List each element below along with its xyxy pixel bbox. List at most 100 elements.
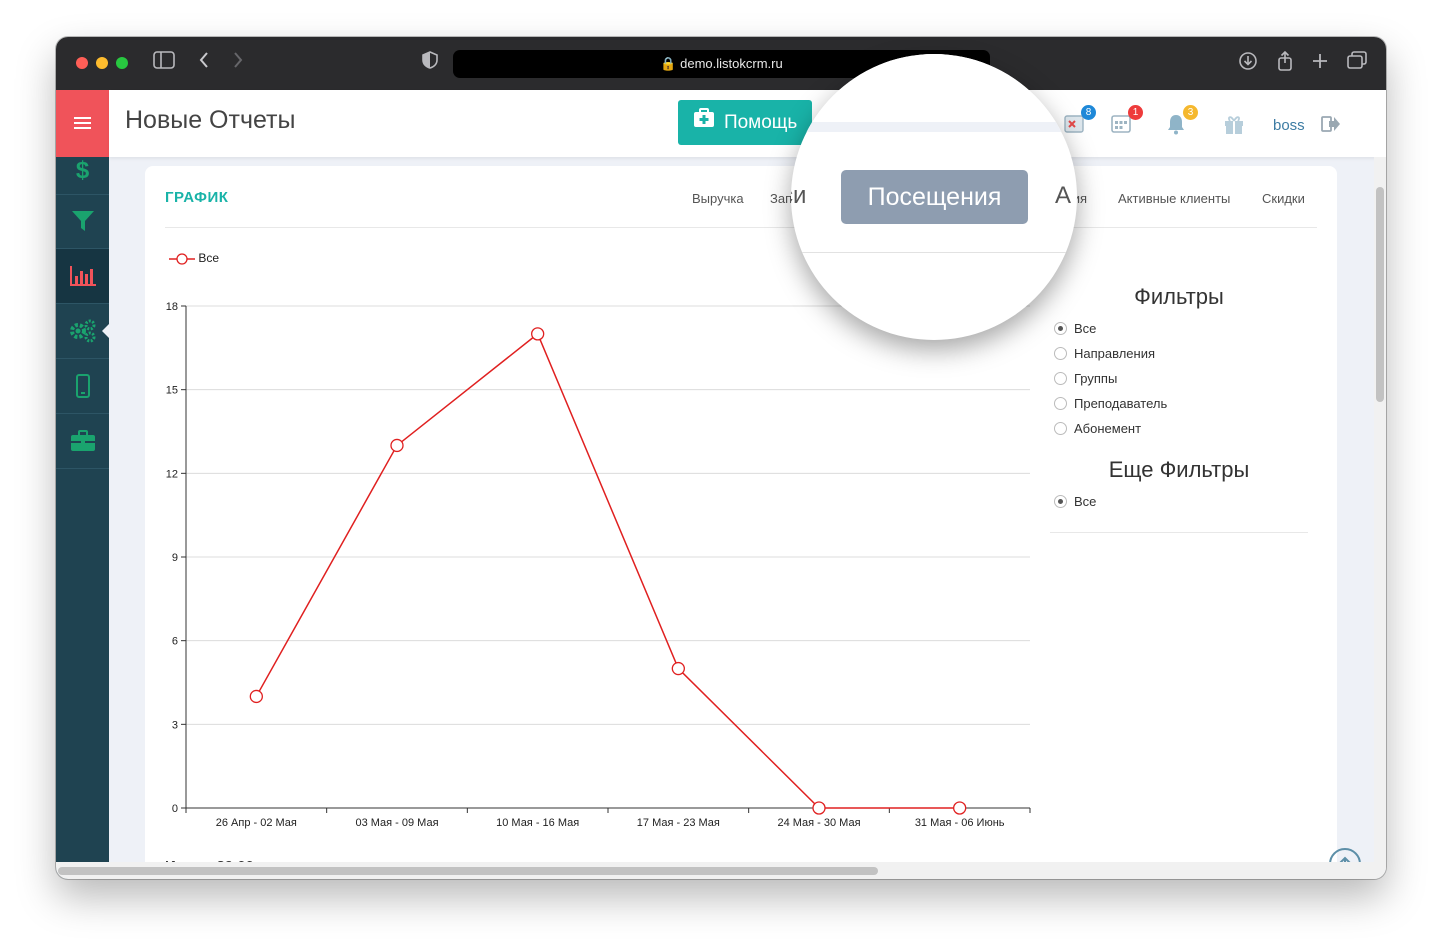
back-icon[interactable] [192,51,216,75]
bar-chart-icon [69,266,96,286]
close-window-button[interactable] [76,57,88,69]
filter-option-directions[interactable]: Направления [1054,341,1308,366]
line-chart: 0 3 6 9 12 15 18 26 Апр - 02 Мая 03 Мая - 09 Мая… [166,301,1031,829]
radio-selected-icon[interactable] [1054,495,1067,508]
data-point [671,661,685,676]
tab-leads[interactable]: Зап [770,191,792,206]
data-point [953,801,967,815]
radio-icon[interactable] [1054,372,1067,385]
radio-icon[interactable] [1054,347,1067,360]
sidebar-item-business[interactable] [56,414,109,469]
more-filter-option-all[interactable]: Все [1054,489,1308,514]
address-text: demo.listokcrm.ru [680,56,783,71]
calendar-icon[interactable]: 1 [1111,105,1143,135]
help-label: Помощь [723,112,798,133]
data-point [531,327,545,341]
x-tick-label: 24 Мая - 30 Мая [777,817,860,829]
tab-revenue[interactable]: Выручка [692,191,744,206]
filter-option-teacher[interactable]: Преподаватель [1054,391,1308,416]
app-sidebar: $ [56,90,109,879]
zoom-magnifier: си Посещения А [791,54,1077,340]
tab-visits[interactable]: Посещения [841,170,1028,224]
dollar-icon: $ [75,157,90,184]
y-tick-label: 12 [166,468,178,480]
magnifier-divider [791,252,1077,253]
shield-icon[interactable] [418,51,442,75]
horizontal-scroll-thumb[interactable] [58,867,878,875]
filter-option-subscription[interactable]: Абонемент [1054,416,1308,441]
filters-title: Фильтры [1134,284,1224,309]
gift-icon[interactable] [1223,113,1245,135]
more-filter-options: Все [1054,489,1308,514]
y-tick-label: 15 [166,385,178,397]
lock-icon: 🔒 [660,56,677,71]
new-tab-icon[interactable] [1308,51,1332,75]
y-tick-label: 18 [166,301,178,313]
filter-options: Все Направления Группы Преподаватель Або… [1054,316,1308,441]
vertical-scroll-thumb[interactable] [1376,187,1384,402]
y-tick-label: 3 [172,719,178,731]
user-name[interactable]: boss [1273,117,1305,134]
menu-toggle-button[interactable] [56,90,109,157]
sidebar-item-reports[interactable] [56,249,109,304]
medkit-icon [693,100,715,145]
x-tick-label: 10 Мая - 16 Мая [496,817,579,829]
sidebar-item-mobile[interactable] [56,359,109,414]
gears-icon [69,319,95,343]
notifications-icon[interactable]: 3 [1166,105,1198,135]
tabs-divider [165,227,1317,228]
radio-icon[interactable] [1054,422,1067,435]
legend-label: Все [198,251,220,265]
filter-option-all[interactable]: Все [1054,316,1308,341]
y-tick-label: 6 [172,636,178,648]
magnifier-tab-fragment-left: си [791,182,807,209]
horizontal-scrollbar[interactable] [56,862,1386,879]
notifications-badge: 3 [1183,105,1198,120]
x-tick-label: 26 Апр - 02 Мая [216,817,297,829]
browser-toolbar: 🔒 demo.listokcrm.ru [56,37,1386,90]
chart-legend[interactable]: Все [169,251,219,265]
data-point [249,689,263,704]
y-tick-label: 0 [172,803,178,815]
calendar-badge: 1 [1128,105,1143,120]
funnel-icon [71,211,94,231]
filters-panel: Фильтры Все Направления Группы Преподава… [1050,284,1308,533]
radio-selected-icon[interactable] [1054,322,1067,335]
tab-discounts[interactable]: Скидки [1262,191,1305,206]
tasks-badge: 8 [1081,105,1096,120]
x-tick-label: 17 Мая - 23 Мая [637,817,720,829]
legend-marker-icon [169,253,195,265]
sidebar-item-leads[interactable] [56,194,109,249]
share-icon[interactable] [1273,50,1297,75]
downloads-icon[interactable] [1236,51,1260,75]
forward-icon[interactable] [226,51,250,75]
magnifier-tab-fragment-right: А [1055,182,1072,209]
magnifier-header-strip [791,54,1077,132]
app-header: Новые Отчеты Помощь 8 1 3 boss [109,90,1386,157]
briefcase-icon [70,430,95,451]
card-title: ГРАФИК [165,189,229,206]
phone-icon [75,374,90,398]
data-point [390,438,404,453]
page-title: Новые Отчеты [125,106,296,134]
tabs-overview-icon[interactable] [1345,51,1369,75]
logout-icon[interactable] [1321,115,1343,137]
tab-active-clients[interactable]: Активные клиенты [1118,191,1230,206]
report-card: ГРАФИК Выручка Зап гия Активные клиенты … [145,166,1361,879]
series-line [255,332,960,809]
sidebar-item-finance[interactable]: $ [56,157,109,195]
y-tick-label: 9 [172,552,178,564]
maximize-window-button[interactable] [116,57,128,69]
filter-option-groups[interactable]: Группы [1054,366,1308,391]
x-tick-label: 31 Мая - 06 Июнь [915,817,1005,829]
radio-icon[interactable] [1054,397,1067,410]
x-tick-label: 03 Мая - 09 Мая [355,817,438,829]
more-filters-title: Еще Фильтры [1108,457,1250,482]
minimize-window-button[interactable] [96,57,108,69]
vertical-scrollbar[interactable] [1374,157,1386,862]
sidebar-toggle-icon[interactable] [152,51,176,75]
active-indicator [102,324,109,338]
filters-divider [1050,532,1308,533]
browser-window: 🔒 demo.listokcrm.ru $ Новые Отчеты Помощ… [56,37,1386,879]
data-point [812,801,826,815]
